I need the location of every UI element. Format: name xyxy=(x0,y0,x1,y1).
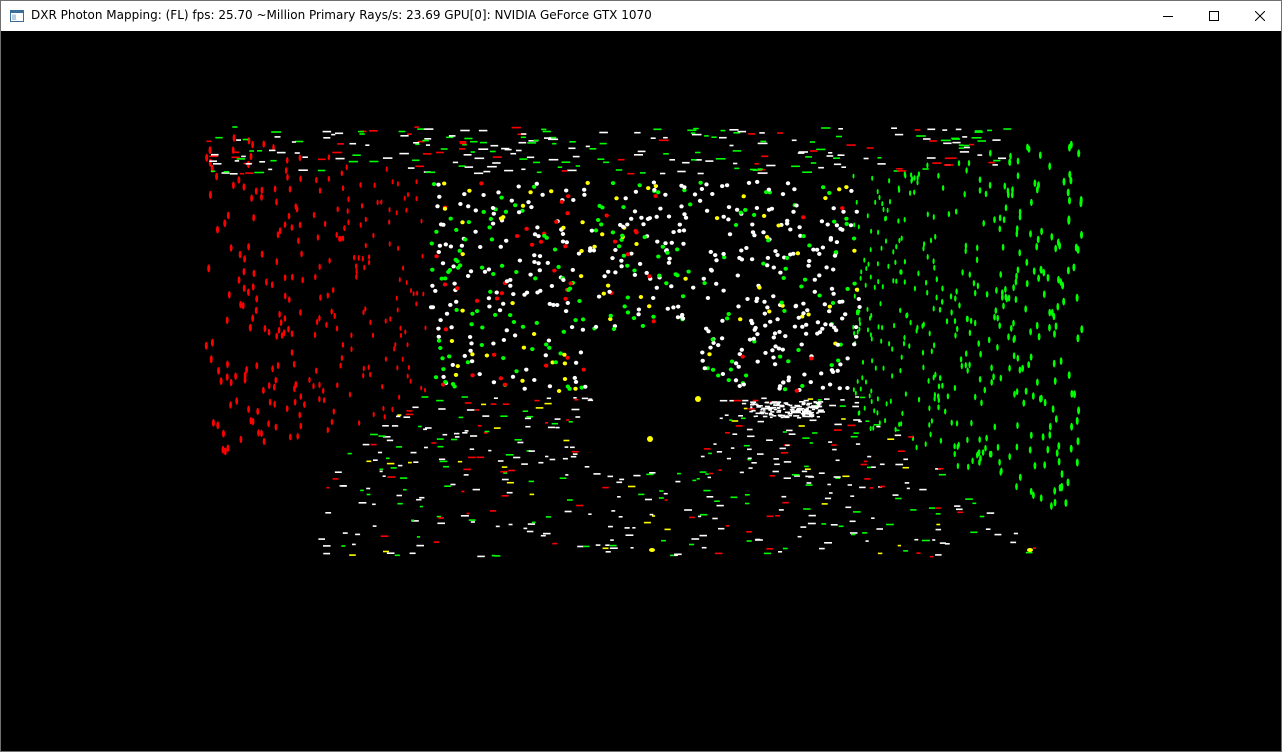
maximize-icon xyxy=(1209,11,1219,21)
window-title: DXR Photon Mapping: (FL) fps: 25.70 ~Mil… xyxy=(31,8,652,22)
render-viewport[interactable] xyxy=(1,31,1281,751)
close-icon xyxy=(1255,11,1265,21)
photon-map-scene xyxy=(204,126,1084,558)
minimize-button[interactable] xyxy=(1145,1,1191,31)
close-button[interactable] xyxy=(1237,1,1282,31)
title-bar[interactable]: DXR Photon Mapping: (FL) fps: 25.70 ~Mil… xyxy=(1,1,1281,31)
minimize-icon xyxy=(1163,16,1173,17)
app-window: DXR Photon Mapping: (FL) fps: 25.70 ~Mil… xyxy=(0,0,1282,752)
maximize-button[interactable] xyxy=(1191,1,1237,31)
app-window-icon xyxy=(10,10,24,22)
